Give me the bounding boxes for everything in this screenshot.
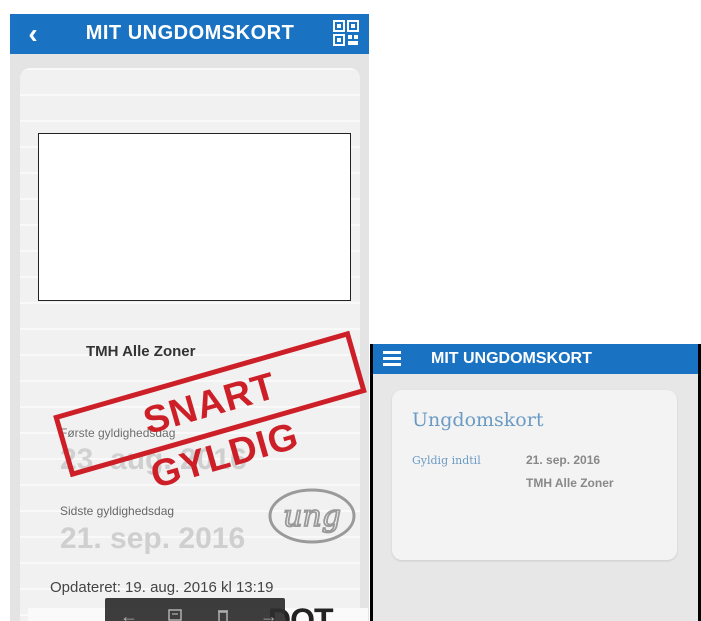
page-title: MIT UNGDOMSKORT [85,22,295,44]
last-valid-label: Sidste gyldighedsdag [60,504,175,518]
back-button[interactable]: ‹ [18,18,48,50]
hamburger-menu-icon [383,351,401,366]
menu-button[interactable] [383,351,401,366]
last-valid-value: 21. sep. 2016 [60,522,246,555]
header-bar: MIT UNGDOMSKORT [373,344,698,374]
zone-name: TMH Alle Zoner [86,343,196,360]
header-bar: ‹ MIT UNGDOMSKORT [10,14,369,54]
photo-placeholder [38,133,351,301]
right-phone-screen: MIT UNGDOMSKORT Ungdomskort Gyldig indti… [370,344,701,621]
delete-button[interactable] [211,604,235,621]
comment-icon [168,609,182,621]
ticket-card: TMH Alle Zoner Første gyldighedsdag 23. … [20,68,367,621]
zone-name: TMH Alle Zoner [526,476,614,490]
valid-until-value: 21. sep. 2016 [526,453,601,467]
qr-code-button[interactable] [332,19,360,47]
ung-logo-text: ung [283,499,341,534]
arrow-left-icon: ← [120,606,138,621]
viewer-toolbar: ← → [105,598,285,621]
qr-code-icon [333,20,359,46]
left-phone-screen: ‹ MIT UNGDOMSKORT TMH Alle Zoner Første … [10,14,369,621]
card-title: Ungdomskort [412,409,544,431]
arrow-right-icon: → [260,606,278,621]
chevron-left-icon: ‹ [28,18,38,49]
valid-until-label: Gyldig indtil [412,454,481,467]
prev-button[interactable]: ← [117,604,141,621]
comment-button[interactable] [163,604,187,621]
content-area: Ungdomskort Gyldig indtil 21. sep. 2016 … [373,374,698,621]
ticket-card[interactable]: Ungdomskort Gyldig indtil 21. sep. 2016 … [392,390,677,560]
next-button[interactable]: → [257,604,281,621]
ung-logo-icon: ung [268,488,356,544]
updated-timestamp: Opdateret: 19. aug. 2016 kl 13:19 [50,579,274,596]
trash-icon [218,610,228,621]
page-title: MIT UNGDOMSKORT [431,350,592,367]
